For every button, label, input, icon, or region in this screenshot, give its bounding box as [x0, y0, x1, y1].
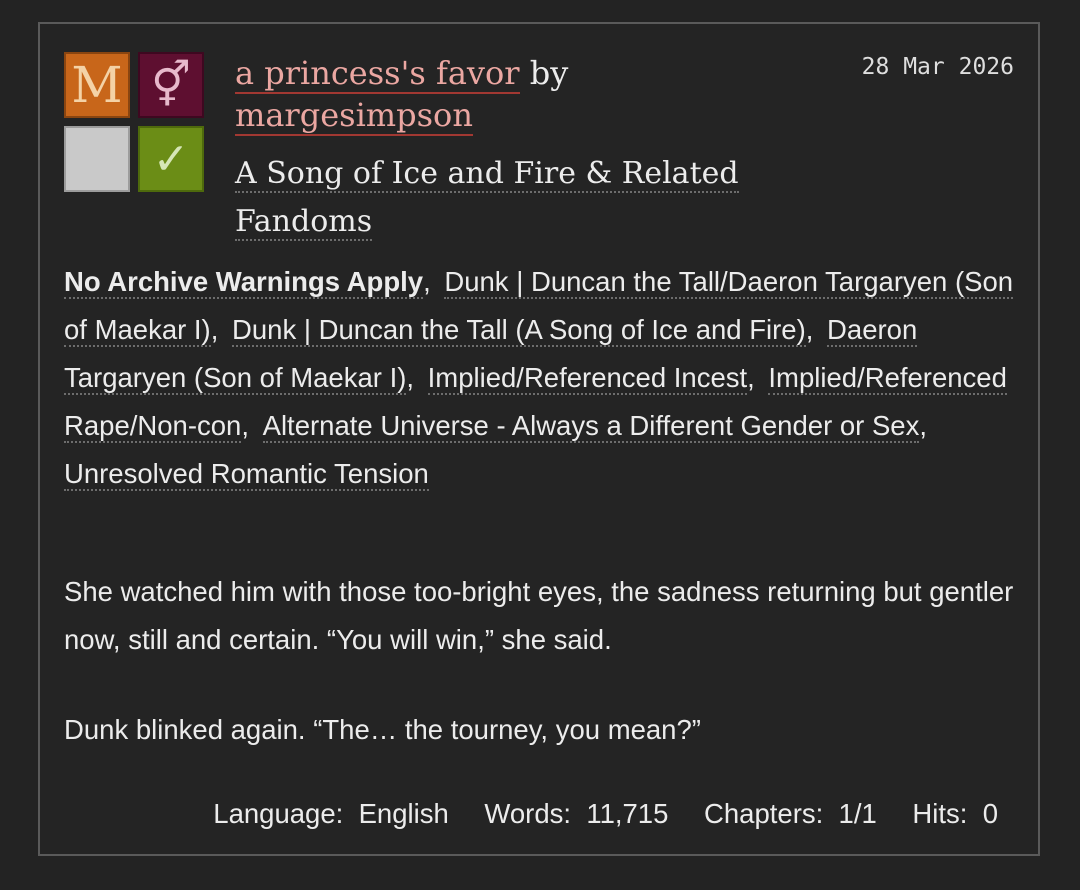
language-label: Language:	[213, 798, 344, 829]
tag-link[interactable]: Alternate Universe - Always a Different …	[262, 410, 920, 443]
tag-separator: ,	[210, 314, 226, 345]
tag-link[interactable]: Dunk | Duncan the Tall (A Song of Ice an…	[232, 314, 806, 347]
rating-mature-icon[interactable]: M	[64, 52, 130, 118]
tag-separator: ,	[406, 362, 422, 393]
chapters-value: 1/1	[838, 798, 877, 829]
words-value: 11,715	[586, 798, 669, 829]
required-tags: M ⚥ ✓	[64, 52, 206, 194]
work-heading: a princess's favor by margesimpson	[235, 52, 795, 136]
summary: She watched him with those too-bright ey…	[64, 568, 1024, 796]
summary-paragraph: She watched him with those too-bright ey…	[64, 576, 1014, 655]
language-value: English	[358, 798, 449, 829]
words-label: Words:	[484, 798, 572, 829]
fandom-tag[interactable]: A Song of Ice and Fire & Related Fandoms	[235, 156, 739, 241]
tag-link[interactable]: Unresolved Romantic Tension	[64, 458, 429, 491]
hits-label: Hits:	[912, 798, 968, 829]
tag-separator: ,	[805, 314, 822, 345]
work-blurb: M ⚥ ✓ a princess's favor by margesimpson…	[38, 22, 1040, 856]
by-text: by	[529, 54, 569, 92]
warning-icon[interactable]	[64, 126, 130, 192]
summary-paragraph: Dunk blinked again. “The… the tourney, y…	[64, 714, 701, 745]
author-link[interactable]: margesimpson	[235, 96, 473, 136]
tag-separator: ,	[919, 410, 927, 441]
fandom-heading: A Song of Ice and Fire & Related Fandoms	[235, 150, 755, 246]
chapters-label: Chapters:	[704, 798, 824, 829]
tag-list: No Archive Warnings Apply, Dunk | Duncan…	[64, 258, 1024, 498]
warning-tag[interactable]: No Archive Warnings Apply	[64, 266, 424, 299]
tag-separator: ,	[747, 362, 763, 393]
complete-icon[interactable]: ✓	[138, 126, 204, 192]
date-stamp: 28 Mar 2026	[861, 54, 1014, 80]
work-title-link[interactable]: a princess's favor	[235, 54, 520, 94]
tag-separator: ,	[241, 410, 257, 441]
tag-link[interactable]: Implied/Referenced Incest	[427, 362, 748, 395]
tag-separator: ,	[423, 266, 439, 297]
category-icon[interactable]: ⚥	[138, 52, 204, 118]
hits-value: 0	[982, 798, 998, 829]
stats: Language: English Words: 11,715 Chapters…	[213, 798, 998, 830]
